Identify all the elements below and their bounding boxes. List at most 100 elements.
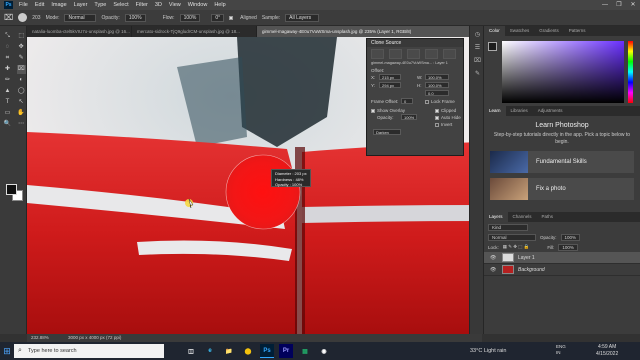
menu-select[interactable]: Select — [113, 2, 128, 8]
menu-3d[interactable]: 3D — [155, 2, 162, 8]
language-indicator[interactable]: ENG IN — [556, 344, 566, 356]
crop-tool-icon[interactable]: ⌗ — [3, 54, 12, 63]
select-tool-icon[interactable]: ✥ — [17, 43, 26, 52]
y-offset-input[interactable]: 294 px — [379, 82, 401, 88]
current-color-chip[interactable] — [488, 42, 497, 51]
hand-tool-icon[interactable]: ✋ — [17, 109, 26, 118]
file-explorer-icon[interactable]: 📁 — [222, 344, 236, 358]
document-info[interactable]: 3000 px x 4000 px (72 ppi) — [68, 335, 121, 340]
menu-file[interactable]: File — [19, 2, 28, 8]
tab-learn[interactable]: Learn — [484, 106, 506, 116]
lock-frame-checkbox[interactable] — [425, 99, 429, 104]
tab-swatches[interactable]: Swatches — [505, 26, 535, 36]
more-tools-icon[interactable]: ⋯ — [17, 120, 26, 129]
fix-photo-card[interactable]: Fix a photo — [490, 178, 634, 200]
restore-icon[interactable]: ❐ — [612, 0, 626, 10]
aligned-checkbox[interactable] — [229, 15, 234, 20]
excel-icon[interactable]: ▦ — [298, 344, 312, 358]
menu-view[interactable]: View — [169, 2, 181, 8]
menu-help[interactable]: Help — [214, 2, 225, 8]
weather-widget[interactable]: 33°C Light rain — [470, 342, 506, 360]
menu-edit[interactable]: Edit — [35, 2, 44, 8]
angle-input[interactable]: 0.0 — [425, 90, 449, 96]
task-view-icon[interactable]: ◫ — [184, 344, 198, 358]
clone-source-3-button[interactable] — [407, 49, 420, 59]
flow-input[interactable]: 100% — [179, 13, 201, 22]
history-icon[interactable]: ◷ — [474, 32, 481, 39]
clone-source-1-button[interactable] — [371, 49, 384, 59]
sample-select[interactable]: All Layers — [285, 13, 320, 22]
tab-natalia[interactable]: natalia-luomba-ctel5kVIU7o-unsplash.jpg … — [27, 26, 132, 37]
shape-tool-icon[interactable]: ◯ — [17, 87, 26, 96]
eye-icon[interactable]: 👁 — [490, 255, 498, 261]
properties-icon[interactable]: ☰ — [474, 45, 481, 52]
lasso-tool-icon[interactable]: ◌ — [3, 43, 12, 52]
chrome-icon[interactable]: ⬤ — [241, 344, 255, 358]
premiere-taskbar-icon[interactable]: Pr — [279, 344, 293, 358]
hue-slider[interactable] — [628, 41, 633, 103]
close-icon[interactable]: ✕ — [626, 0, 640, 10]
clone-source-2-button[interactable] — [389, 49, 402, 59]
layer-kind-filter[interactable]: Kind — [488, 223, 528, 231]
fundamental-skills-card[interactable]: Fundamental Skills — [490, 151, 634, 173]
brush-settings-icon[interactable]: ✎ — [474, 71, 481, 78]
edge-icon[interactable]: e — [203, 344, 217, 358]
h-scale-input[interactable]: 100.0% — [425, 82, 449, 88]
brush-preset-icon[interactable] — [18, 13, 28, 22]
show-overlay-checkbox[interactable] — [371, 108, 375, 113]
obs-icon[interactable]: ◉ — [317, 344, 331, 358]
clipped-checkbox[interactable] — [435, 108, 439, 113]
clone-source-5-button[interactable] — [443, 49, 456, 59]
clone-stamp-icon[interactable]: ⌧ — [4, 13, 13, 22]
layer-row-background[interactable]: 👁 Background — [484, 264, 640, 276]
clone-source-icon[interactable]: ⌧ — [474, 58, 481, 65]
zoom-level[interactable]: 232.88% — [31, 335, 49, 340]
auto-hide-checkbox[interactable] — [435, 115, 439, 120]
layer-opacity-input[interactable]: 100% — [560, 233, 581, 241]
taskbar-search-input[interactable]: Type here to search — [14, 344, 164, 358]
zoom-tool-icon[interactable]: 🔍 — [3, 120, 12, 129]
layer-blend-select[interactable]: Normal — [488, 233, 536, 241]
pen-tool-icon[interactable]: ▲ — [3, 87, 12, 96]
tab-gimmel[interactable]: gimmel-magaway-4E0u7VuWSma-unsplash.jpg … — [257, 26, 482, 37]
tab-channels[interactable]: Channels — [508, 212, 537, 222]
layer-row-layer-1[interactable]: 👁 Layer 1 — [484, 252, 640, 264]
mode-select[interactable]: Normal — [64, 13, 97, 22]
dodge-tool-icon[interactable]: ◐ — [17, 76, 26, 85]
windows-start-icon[interactable]: ⊞ — [0, 342, 14, 360]
opacity-input[interactable]: 100% — [124, 13, 146, 22]
clone-source-4-button[interactable] — [425, 49, 438, 59]
overlay-opacity-input[interactable]: 100% — [401, 114, 417, 120]
tab-libraries[interactable]: Libraries — [506, 106, 533, 116]
color-picker-field[interactable] — [502, 41, 624, 103]
tab-adjustments[interactable]: Adjustments — [533, 106, 568, 116]
frame-offset-input[interactable]: 0 — [401, 98, 413, 104]
photoshop-taskbar-icon[interactable]: Ps — [260, 344, 274, 358]
eye-icon[interactable]: 👁 — [490, 267, 498, 273]
move-tool-icon[interactable]: ⤡ — [3, 32, 12, 41]
tab-mercato[interactable]: mercato-sidrock-TjQ9gludrCM-unsplash.jpg… — [132, 26, 257, 37]
tab-color[interactable]: Color — [484, 26, 505, 36]
invert-checkbox[interactable] — [435, 122, 439, 127]
menu-layer[interactable]: Layer — [74, 2, 88, 8]
tab-gradients[interactable]: Gradients — [534, 26, 564, 36]
tab-patterns[interactable]: Patterns — [564, 26, 591, 36]
minimize-icon[interactable]: — — [598, 0, 612, 10]
tab-layers[interactable]: Layers — [484, 212, 508, 222]
lock-icons[interactable]: ▦ ✎ ✥ ⬚ 🔒 — [503, 244, 530, 250]
menu-filter[interactable]: Filter — [136, 2, 148, 8]
rectangle-tool-icon[interactable]: ▭ — [3, 109, 12, 118]
foreground-color-swatch[interactable] — [6, 184, 17, 195]
x-offset-input[interactable]: 215 px — [379, 74, 401, 80]
eyedropper-tool-icon[interactable]: ✎ — [17, 54, 26, 63]
healing-tool-icon[interactable]: ✚ — [3, 65, 12, 74]
menu-type[interactable]: Type — [94, 2, 106, 8]
type-tool-icon[interactable]: T — [3, 98, 12, 107]
menu-window[interactable]: Window — [188, 2, 208, 8]
taskbar-clock[interactable]: 4:59 AM 4/15/2022 — [596, 344, 618, 358]
overlay-blend-select[interactable]: Darken — [373, 129, 401, 135]
w-scale-input[interactable]: 100.0% — [425, 74, 449, 80]
angle-input[interactable]: 0° — [211, 13, 225, 22]
clone-stamp-tool-icon[interactable]: ⌧ — [16, 65, 26, 74]
marquee-tool-icon[interactable]: ⬚ — [17, 32, 26, 41]
